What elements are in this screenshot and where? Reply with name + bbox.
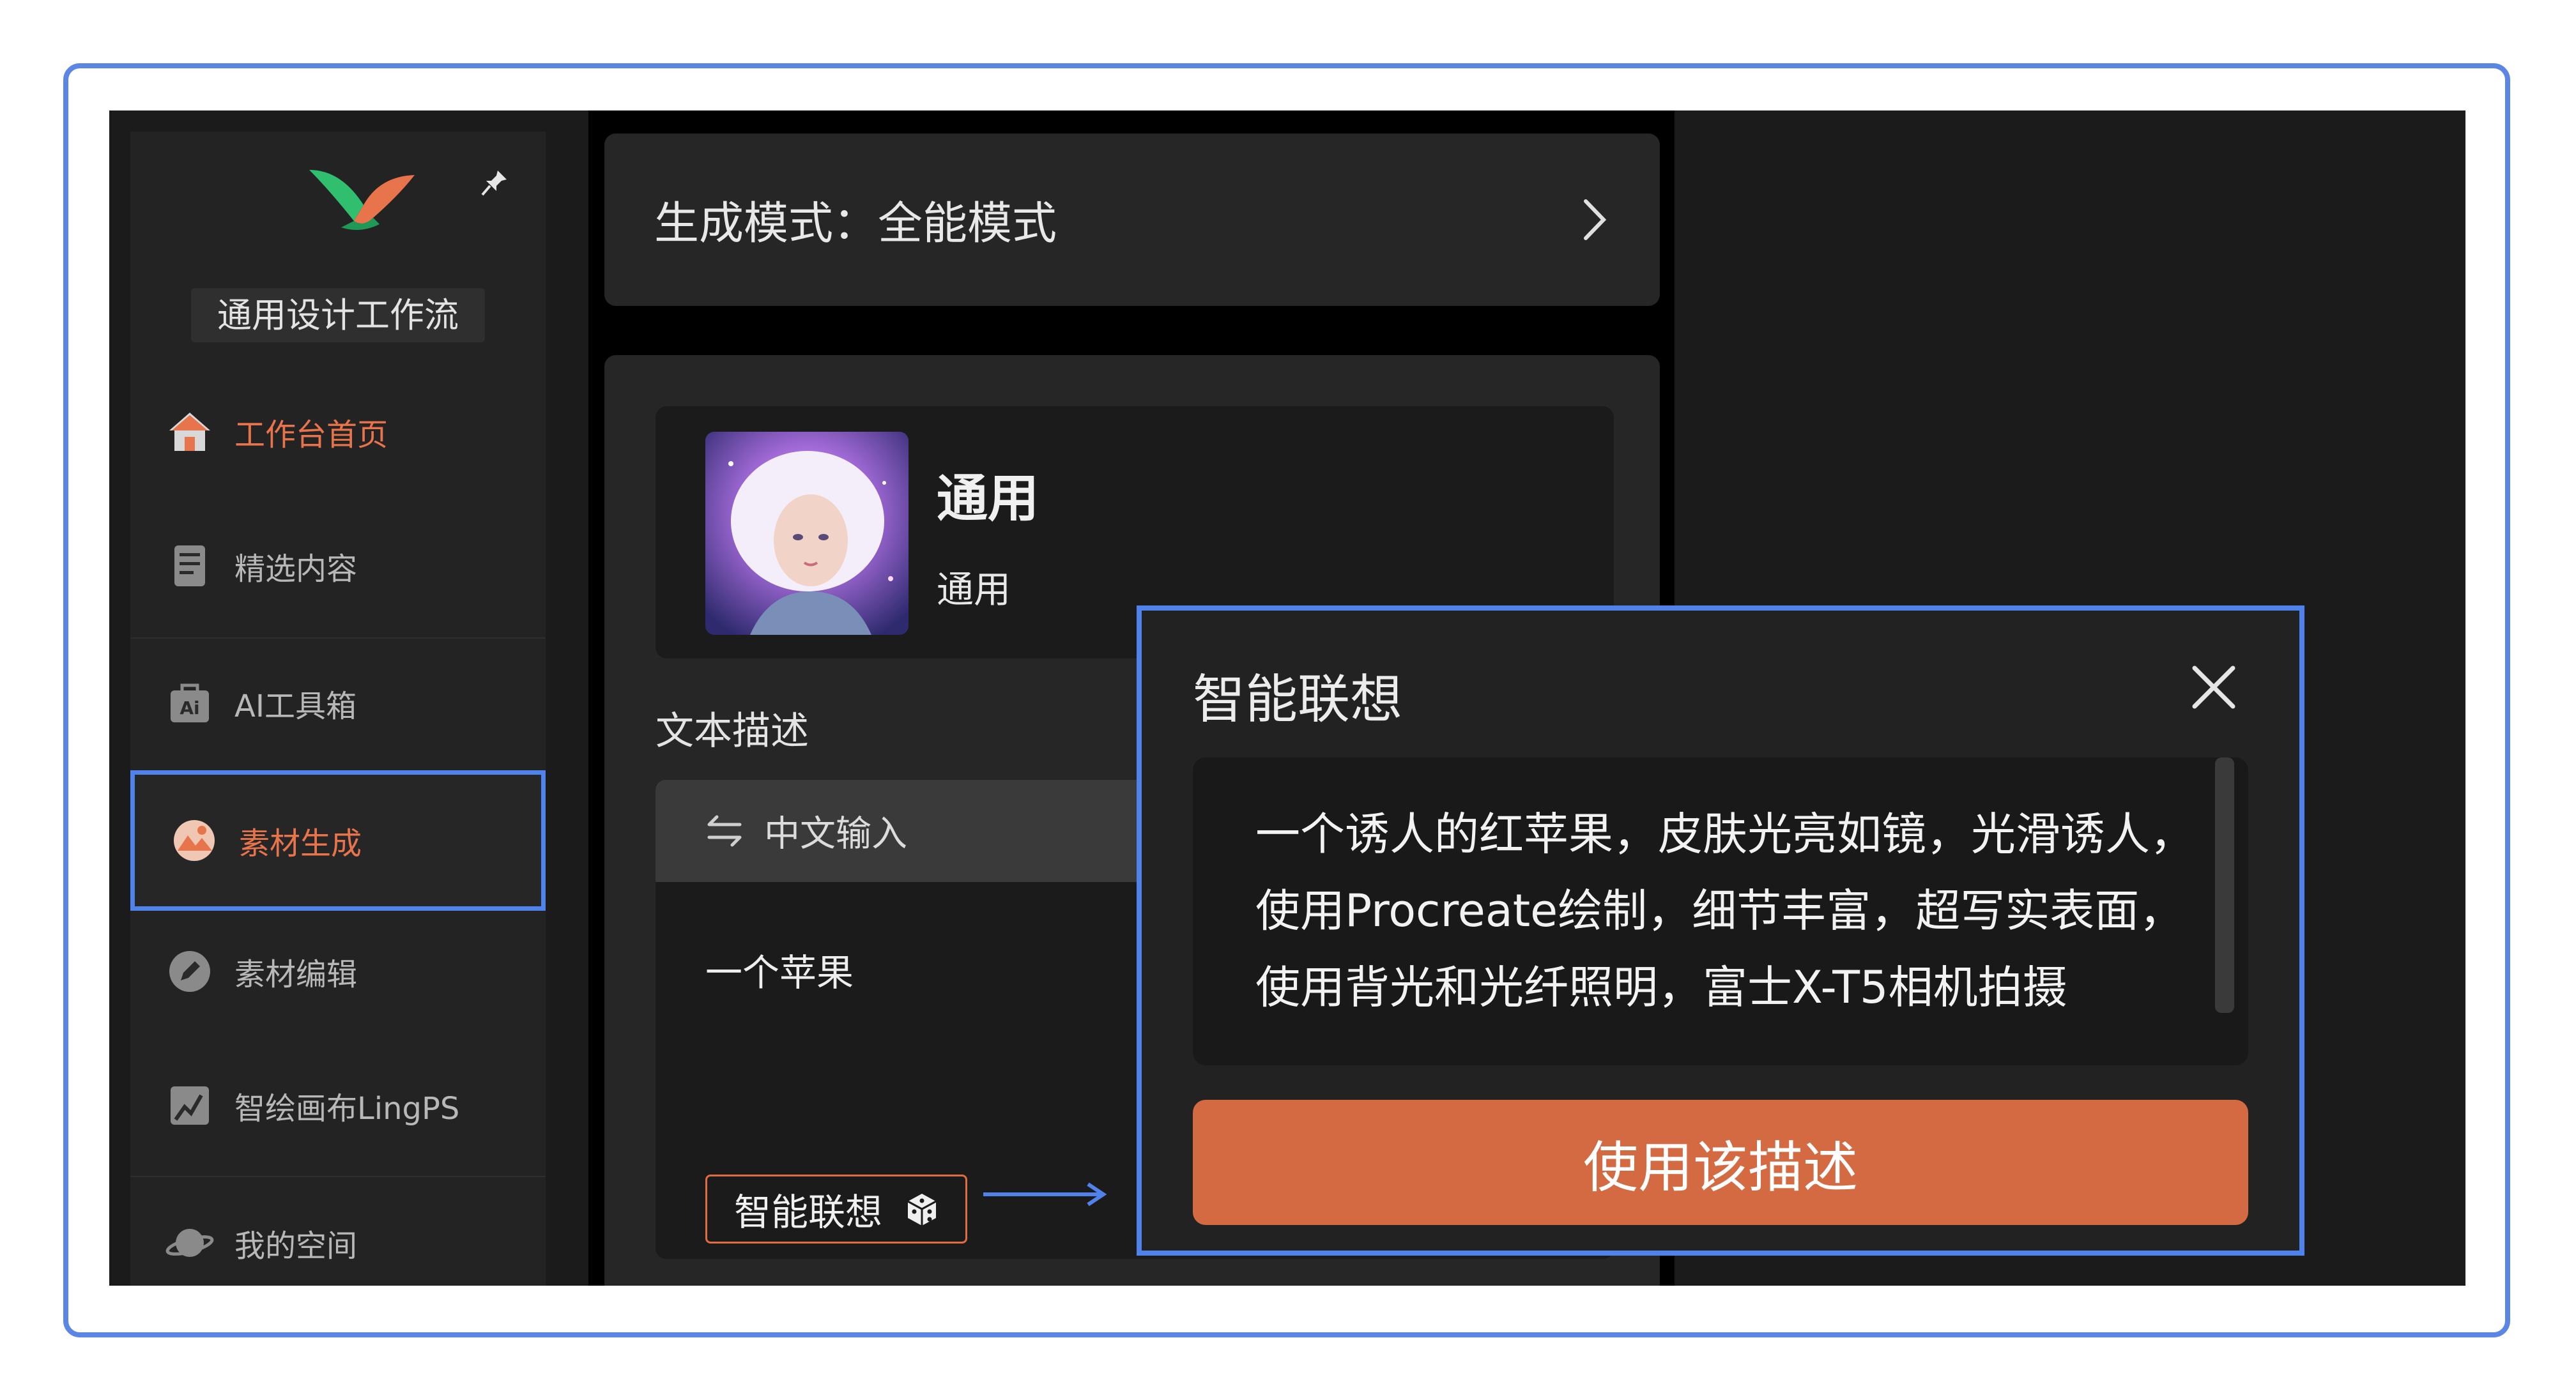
smart-suggest-dialog: 智能联想 一个诱人的红苹果，皮肤光亮如镜，光滑诱人，使用Procreate绘制，… (1137, 605, 2304, 1256)
smart-suggest-button[interactable]: 智能联想 (705, 1175, 967, 1244)
sidebar-divider (130, 637, 546, 639)
suggestion-text: 一个诱人的红苹果，皮肤光亮如镜，光滑诱人，使用Procreate绘制，细节丰富，… (1255, 808, 2195, 1014)
home-icon (169, 413, 210, 451)
sidebar-item-label: 素材编辑 (234, 957, 358, 993)
sidebar-item-ai-toolbox[interactable]: Ai AI工具箱 (130, 639, 546, 767)
chevron-right-icon (1584, 199, 1607, 240)
use-description-label: 使用该描述 (1583, 1136, 1858, 1200)
app-logo (309, 170, 415, 230)
sidebar-item-home[interactable]: 工作台首页 (130, 368, 546, 496)
workflow-label[interactable]: 通用设计工作流 (191, 288, 485, 342)
sidebar-item-material-generate[interactable]: 素材生成 (130, 770, 546, 911)
ai-toolbox-icon: Ai (171, 683, 209, 722)
use-description-button[interactable]: 使用该描述 (1193, 1100, 2248, 1225)
svg-text:Ai: Ai (180, 697, 199, 719)
document-icon (174, 545, 205, 586)
swap-icon (707, 815, 742, 847)
close-icon[interactable] (2189, 663, 2238, 711)
dialog-title: 智能联想 (1193, 669, 1403, 730)
material-generate-icon (174, 820, 215, 861)
style-title: 通用 (937, 469, 1039, 528)
sidebar-item-label: 我的空间 (234, 1228, 358, 1264)
pin-icon[interactable] (479, 167, 510, 199)
description-label: 文本描述 (656, 709, 809, 754)
sidebar-item-canvas[interactable]: 智绘画布LingPS (130, 1042, 546, 1169)
sidebar-item-my-space[interactable]: 我的空间 (130, 1179, 546, 1286)
edit-icon (169, 951, 210, 992)
sidebar: 通用设计工作流 工作台首页 精选内容 Ai AI工具箱 素材生成 素材编辑 智绘… (130, 132, 546, 1286)
style-thumbnail (705, 432, 908, 635)
annotation-arrow-icon (983, 1182, 1107, 1206)
sidebar-item-label: 工作台首页 (234, 417, 388, 453)
sidebar-item-featured[interactable]: 精选内容 (130, 502, 546, 630)
suggestion-textbox[interactable]: 一个诱人的红苹果，皮肤光亮如镜，光滑诱人，使用Procreate绘制，细节丰富，… (1193, 757, 2248, 1065)
mode-selector[interactable]: 生成模式：全能模式 (604, 133, 1660, 306)
sidebar-divider (130, 1176, 546, 1177)
canvas-icon (171, 1086, 209, 1125)
mode-label: 生成模式：全能模式 (654, 197, 1057, 250)
sidebar-item-label: 素材生成 (239, 826, 362, 862)
smart-suggest-label: 智能联想 (734, 1191, 883, 1234)
style-subtitle: 通用 (937, 568, 1011, 611)
sidebar-item-material-edit[interactable]: 素材编辑 (130, 908, 546, 1035)
scrollbar[interactable] (2215, 757, 2234, 1013)
sidebar-item-label: 智绘画布LingPS (234, 1091, 460, 1127)
dice-icon (907, 1194, 937, 1226)
planet-icon (165, 1229, 214, 1257)
sidebar-item-label: 精选内容 (234, 551, 358, 587)
input-tab-label: 中文输入 (764, 813, 907, 855)
sidebar-item-label: AI工具箱 (234, 689, 356, 724)
description-text[interactable]: 一个苹果 (705, 943, 854, 996)
